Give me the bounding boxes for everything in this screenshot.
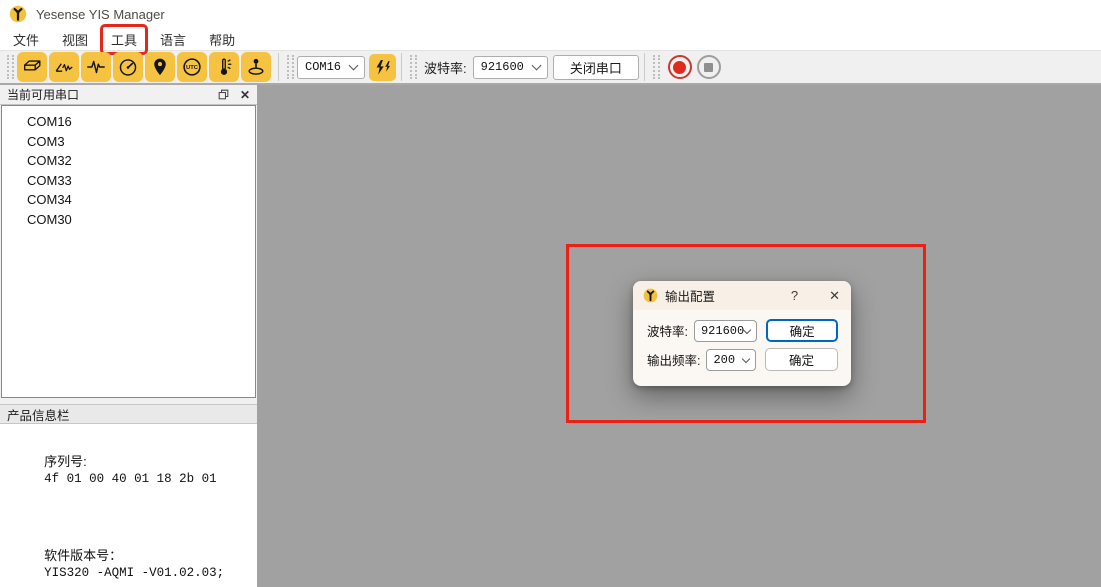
menu-item-help[interactable]: 帮助 — [202, 28, 242, 51]
ports-panel-title: 当前可用串口 — [7, 86, 79, 103]
menu-item-language[interactable]: 语言 — [153, 28, 193, 51]
svg-text:UTC: UTC — [186, 65, 199, 71]
software-version-value: YIS320 -AQMI -V01.02.03; — [44, 566, 224, 580]
app-title: Yesense YIS Manager — [36, 7, 165, 22]
available-ports-list: COM16 COM3 COM32 COM33 COM34 COM30 — [1, 105, 256, 398]
port-combo-value: COM16 — [305, 60, 341, 74]
dialog-baud-combo[interactable]: 921600 — [694, 320, 757, 342]
toolbar-separator — [401, 53, 402, 81]
angle-wave-icon — [53, 56, 75, 78]
toolbar-drag-handle[interactable] — [410, 55, 417, 79]
list-item[interactable]: COM34 — [2, 190, 255, 210]
baud-rate-combo[interactable]: 921600 — [473, 56, 548, 79]
confirm-baud-button[interactable]: 确定 — [766, 319, 838, 342]
angle-wave-button[interactable] — [49, 52, 79, 82]
titlebar: Yesense YIS Manager — [0, 0, 1101, 28]
output-config-dialog: 输出配置 ? ✕ 波特率: 921600 确定 输出频率: — [633, 281, 851, 386]
toolbar-drag-handle[interactable] — [7, 55, 14, 79]
ports-panel-header: 当前可用串口 ✕ — [0, 85, 257, 105]
double-lightning-refresh-icon — [373, 58, 392, 77]
dialog-titlebar[interactable]: 输出配置 ? ✕ — [633, 281, 851, 310]
output-rate-row: 输出频率: 200 确定 — [647, 348, 838, 371]
close-icon[interactable]: ✕ — [240, 88, 250, 102]
list-item[interactable]: COM3 — [2, 132, 255, 152]
gauge-button[interactable] — [113, 52, 143, 82]
dialog-output-rate-label: 输出频率: — [647, 350, 700, 369]
product-info-header: 产品信息栏 — [0, 404, 257, 424]
dialog-body: 波特率: 921600 确定 输出频率: 200 确定 — [633, 310, 851, 371]
waveform-icon — [85, 56, 107, 78]
refresh-ports-button[interactable] — [369, 54, 396, 81]
dialog-title: 输出配置 — [665, 286, 715, 305]
chevron-down-icon — [742, 354, 750, 362]
workspace: 输出配置 ? ✕ 波特率: 921600 确定 输出频率: — [257, 85, 1101, 587]
yesense-logo-icon — [9, 5, 27, 23]
port-combo[interactable]: COM16 — [297, 56, 365, 79]
dialog-baud-label: 波特率: — [647, 321, 688, 340]
dialog-close-button[interactable]: ✕ — [829, 288, 840, 304]
product-info-body: 序列号: 4f 01 00 40 01 18 2b 01 软件版本号： YIS3… — [0, 424, 257, 587]
stop-icon — [697, 55, 721, 79]
waveform-button[interactable] — [81, 52, 111, 82]
toolbar-drag-handle[interactable] — [653, 55, 660, 79]
menu-item-view[interactable]: 视图 — [55, 28, 95, 51]
thermometer-button[interactable] — [209, 52, 239, 82]
dialog-output-rate-value: 200 — [713, 353, 735, 367]
product-info-title: 产品信息栏 — [7, 405, 70, 424]
toolbar-drag-handle[interactable] — [287, 55, 294, 79]
pressure-pin-icon — [245, 56, 267, 78]
utc-clock-button[interactable]: UTC — [177, 52, 207, 82]
baud-rate-value: 921600 — [481, 60, 524, 74]
baud-rate-label: 波特率: — [424, 58, 467, 77]
list-item[interactable]: COM30 — [2, 210, 255, 230]
confirm-output-rate-button[interactable]: 确定 — [765, 348, 838, 371]
main-area: 当前可用串口 ✕ COM16 COM3 COM32 COM33 COM34 CO… — [0, 85, 1101, 587]
thermometer-icon — [213, 56, 235, 78]
utc-clock-icon: UTC — [181, 56, 203, 78]
stop-button[interactable] — [697, 55, 721, 79]
serial-number-value: 4f 01 00 40 01 18 2b 01 — [44, 472, 217, 486]
list-item[interactable]: COM16 — [2, 112, 255, 132]
chevron-down-icon — [349, 61, 359, 71]
gauge-icon — [117, 56, 139, 78]
toolbar-separator — [278, 53, 279, 81]
cube-3d-icon — [21, 56, 43, 78]
left-dock: 当前可用串口 ✕ COM16 COM3 COM32 COM33 COM34 CO… — [0, 85, 257, 587]
menu-item-tools[interactable]: 工具 — [104, 28, 144, 51]
serial-number-label: 序列号: — [44, 454, 87, 469]
location-pin-button[interactable] — [145, 52, 175, 82]
menu-item-file[interactable]: 文件 — [6, 28, 46, 51]
chevron-down-icon — [743, 325, 751, 333]
yesense-logo-icon — [643, 288, 658, 303]
menubar: 文件 视图 工具 语言 帮助 — [0, 28, 1101, 50]
record-icon — [668, 55, 692, 79]
software-version-label: 软件版本号： — [44, 548, 122, 563]
record-button[interactable] — [668, 55, 692, 79]
cube-3d-button[interactable] — [17, 52, 47, 82]
software-version-line: 软件版本号： YIS320 -AQMI -V01.02.03; — [8, 530, 224, 587]
pressure-pin-button[interactable] — [241, 52, 271, 82]
dialog-output-rate-combo[interactable]: 200 — [706, 349, 756, 371]
serial-number-line: 序列号: 4f 01 00 40 01 18 2b 01 — [8, 436, 217, 501]
app-window: Yesense YIS Manager 文件 视图 工具 语言 帮助 — [0, 0, 1101, 587]
location-pin-icon — [149, 56, 171, 78]
list-item[interactable]: COM32 — [2, 151, 255, 171]
toolbar-separator — [644, 53, 645, 81]
chevron-down-icon — [531, 61, 541, 71]
float-panel-icon[interactable] — [218, 89, 229, 100]
close-serial-button[interactable]: 关闭串口 — [553, 55, 639, 80]
dialog-baud-value: 921600 — [701, 324, 744, 338]
toolbar: UTC COM16 — [0, 50, 1101, 85]
dialog-help-button[interactable]: ? — [791, 288, 798, 303]
list-item[interactable]: COM33 — [2, 171, 255, 191]
baud-rate-row: 波特率: 921600 确定 — [647, 319, 838, 342]
